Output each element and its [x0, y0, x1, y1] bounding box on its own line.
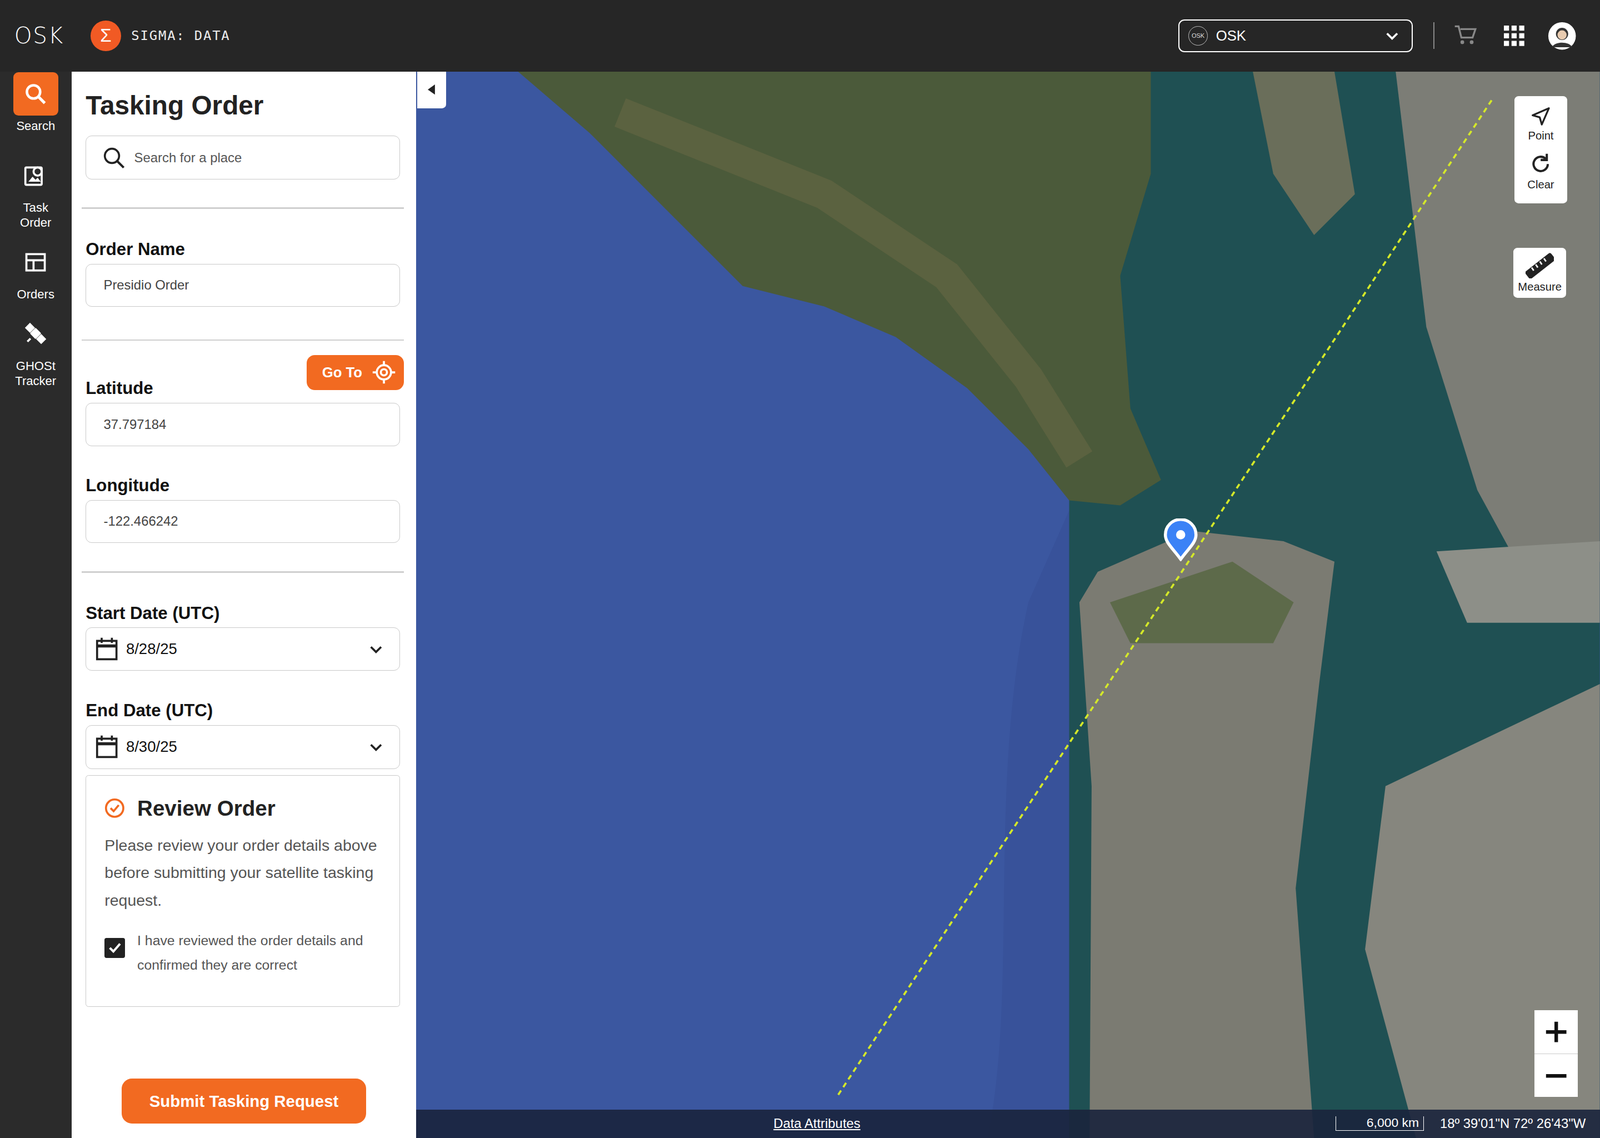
confirm-label: I have reviewed the order details and co… — [137, 928, 384, 978]
text-field[interactable] — [85, 263, 400, 307]
submit-button[interactable]: Submit Tasking Request — [121, 1078, 367, 1124]
avatar-icon — [1547, 21, 1577, 50]
cursor-coordinates: 18º 39'01"N 72º 26'43"W — [1440, 1115, 1586, 1132]
nav-item[interactable]: Task Order — [6, 153, 66, 231]
nav-icon-box — [13, 312, 59, 355]
zoom-out-button[interactable] — [1534, 1053, 1578, 1097]
map-tool-label: Clear — [1527, 178, 1554, 192]
date-picker[interactable]: 8/28/25 — [85, 627, 400, 672]
nav-icon-box — [13, 240, 59, 284]
go-to-button[interactable]: Go To — [306, 355, 404, 390]
chevron-down-icon — [1385, 28, 1400, 43]
nav-icon-box — [13, 153, 59, 197]
date-picker[interactable]: 8/30/25 — [85, 725, 400, 769]
field-label: Order Name — [85, 239, 400, 260]
search-icon — [23, 81, 48, 107]
org-label: OSK — [1216, 27, 1247, 44]
app-title: SIGMA: DATA — [131, 27, 230, 44]
osk-logo[interactable]: OSK — [14, 22, 64, 49]
side-nav: Search Task Order Orders GHOSt Tracker — [0, 71, 72, 1138]
nav-item[interactable]: Orders — [13, 240, 59, 302]
crosshair-icon — [371, 360, 397, 385]
confirm-checkbox[interactable] — [104, 937, 125, 959]
nav-item[interactable]: GHOSt Tracker — [6, 312, 66, 389]
nav-label: Task Order — [6, 200, 66, 231]
header-separator — [1433, 22, 1435, 49]
zoom-controls — [1534, 1010, 1578, 1097]
map-tool[interactable]: Clear — [1527, 152, 1554, 192]
check-icon — [107, 940, 123, 955]
nav-label: Orders — [17, 286, 55, 303]
confirm-row[interactable]: I have reviewed the order details and co… — [104, 928, 383, 978]
check-circle-icon — [104, 797, 125, 819]
map-view[interactable]: Point Clear Measure Data Attributes 6,000 km… — [416, 71, 1600, 1138]
top-bar: OSK Σ SIGMA: DATA OSK OSK — [0, 0, 1600, 72]
location-pin[interactable] — [1163, 518, 1198, 562]
task-order-icon — [23, 163, 48, 188]
scale-label: 6,000 km — [1366, 1115, 1419, 1130]
chevron-down-icon — [368, 641, 384, 657]
place-search-input[interactable] — [132, 148, 388, 167]
text-field[interactable] — [85, 500, 400, 543]
field-label: End Date (UTC) — [85, 700, 400, 722]
map-tools: Point Clear — [1514, 96, 1568, 204]
divider — [81, 339, 404, 342]
nav-item[interactable]: Search — [13, 72, 59, 134]
calendar-icon — [95, 734, 118, 759]
field-label: Start Date (UTC) — [85, 603, 400, 624]
field-label: Longitude — [85, 475, 400, 497]
apps-grid-icon — [1503, 25, 1525, 47]
org-badge: OSK — [1188, 26, 1208, 46]
text-field[interactable] — [85, 402, 400, 446]
calendar-icon — [95, 636, 118, 662]
measure-tool[interactable]: Measure — [1513, 247, 1567, 298]
satellite-icon — [23, 321, 48, 346]
go-to-label: Go To — [322, 364, 363, 381]
measure-label: Measure — [1517, 280, 1562, 294]
tasking-order-panel: Tasking Order Order Name Latitude Go To Long… — [71, 71, 417, 1138]
divider — [81, 571, 404, 573]
nav-label: GHOSt Tracker — [6, 358, 66, 389]
review-title: Review Order — [137, 796, 276, 821]
collapse-panel-button[interactable] — [417, 71, 446, 109]
caret-left-icon — [427, 84, 437, 95]
map-tool[interactable]: Point — [1527, 106, 1554, 143]
nav-icon-box — [13, 72, 59, 115]
date-value: 8/30/25 — [126, 737, 178, 756]
search-icon — [102, 146, 125, 169]
data-attributes-link[interactable]: Data Attributes — [773, 1115, 861, 1132]
date-value: 8/28/25 — [126, 640, 178, 658]
divider — [81, 207, 404, 209]
place-search[interactable] — [85, 135, 400, 180]
map-tool-label: Point — [1527, 129, 1554, 143]
navigation-arrow-icon — [1530, 106, 1552, 127]
satellite-map — [416, 71, 1600, 1138]
submit-label: Submit Tasking Request — [149, 1091, 339, 1111]
ruler-icon — [1525, 252, 1554, 279]
plus-icon — [1545, 1020, 1568, 1043]
map-footer: Data Attributes 6,000 km 18º 39'01"N 72º 2… — [416, 1109, 1600, 1138]
orders-icon — [23, 250, 48, 275]
review-card: Review Order Please review your order det… — [85, 775, 400, 1007]
refresh-icon — [1529, 152, 1552, 175]
sigma-logo[interactable]: Σ — [90, 20, 122, 52]
field-label: Latitude — [85, 378, 153, 399]
org-selector[interactable]: OSK OSK — [1178, 19, 1413, 53]
scale-bar: 6,000 km — [1335, 1116, 1424, 1131]
nav-label: Search — [16, 118, 55, 134]
map-pin-icon — [1163, 518, 1198, 562]
zoom-in-button[interactable] — [1534, 1010, 1578, 1053]
review-text: Please review your order details above b… — [104, 831, 383, 915]
cart-icon — [1453, 24, 1477, 47]
minus-icon — [1545, 1064, 1568, 1087]
panel-title: Tasking Order — [85, 90, 400, 121]
chevron-down-icon — [368, 739, 384, 754]
